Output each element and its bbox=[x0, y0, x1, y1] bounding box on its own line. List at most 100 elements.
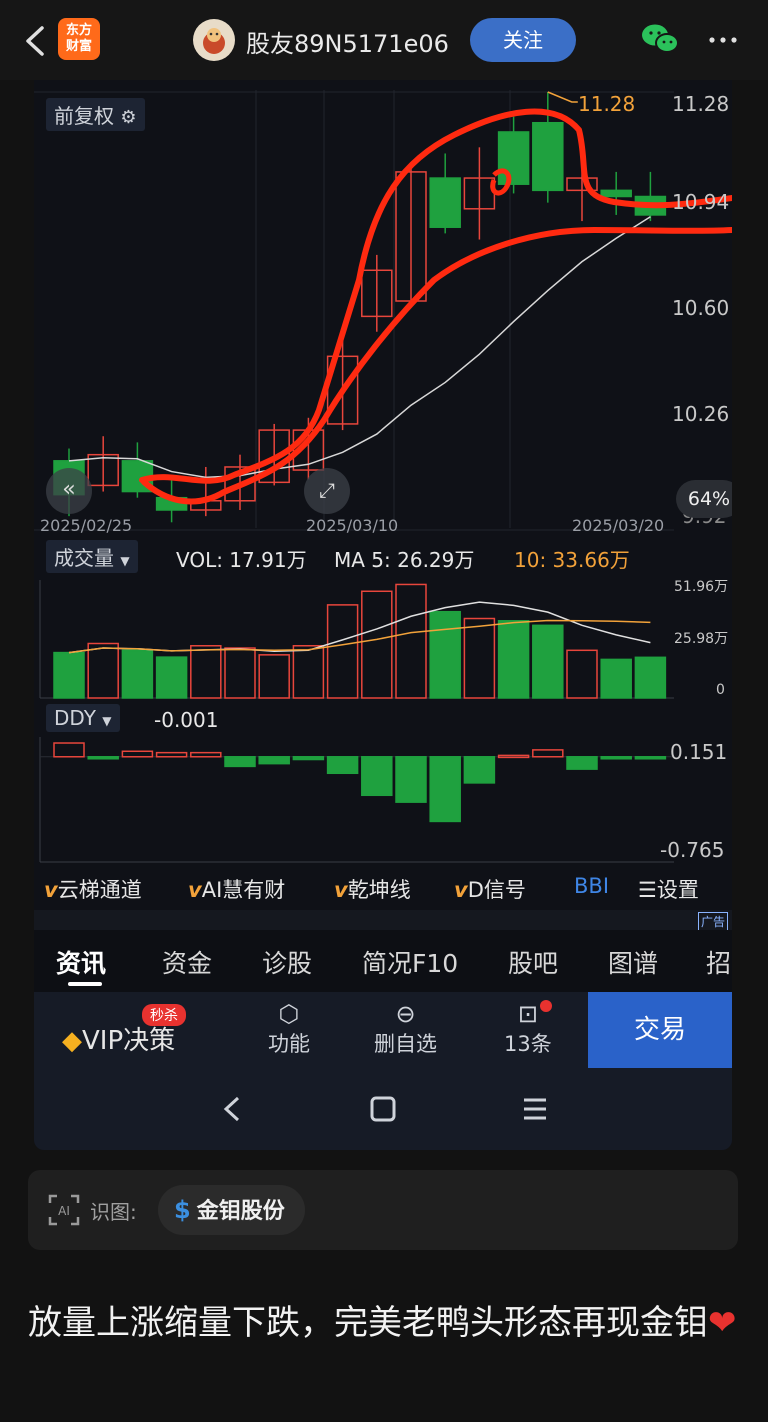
wechat-icon[interactable] bbox=[640, 22, 680, 56]
trade-button[interactable]: 交易 bbox=[588, 992, 732, 1068]
avatar[interactable] bbox=[193, 19, 235, 61]
nav-back-icon[interactable] bbox=[220, 1094, 244, 1124]
volume-bar bbox=[87, 642, 119, 699]
chevron-down-icon: ▼ bbox=[102, 714, 112, 728]
chevron-down-icon: ▼ bbox=[120, 554, 130, 568]
app-logo[interactable]: 东方 财富 bbox=[58, 18, 100, 60]
tool-settings[interactable]: ☰设置 bbox=[638, 874, 699, 904]
tool-ai[interactable]: vAI慧有财 bbox=[188, 874, 285, 904]
flash-sale-badge: 秒杀 bbox=[142, 1004, 186, 1026]
volume-bar bbox=[155, 656, 188, 699]
post-body: 放量上涨缩量下跌，完美老鸭头形态再现金钼❤ bbox=[28, 1295, 744, 1351]
tab-news[interactable]: 资讯 bbox=[56, 944, 106, 980]
zoom-percent-badge[interactable]: 64% bbox=[676, 480, 732, 518]
ddy-bar bbox=[326, 756, 359, 775]
follow-button[interactable]: 关注 bbox=[470, 18, 576, 62]
price-tick: 10.94 bbox=[672, 190, 730, 214]
volume-bar bbox=[600, 658, 632, 699]
volume-label: 成交量 bbox=[54, 546, 114, 570]
stock-name: 金钼股份 bbox=[196, 1199, 285, 1224]
tab-more[interactable]: 招 bbox=[706, 944, 731, 980]
active-tab-indicator bbox=[68, 982, 102, 986]
ddy-tick: 0.151 bbox=[670, 740, 728, 764]
adjust-mode-label: 前复权 bbox=[54, 104, 114, 128]
vip-label: VIP决策 bbox=[82, 1026, 176, 1056]
ddy-bar bbox=[121, 750, 154, 758]
scroll-left-icon[interactable]: « bbox=[46, 468, 92, 514]
tool-dsignal[interactable]: vD信号 bbox=[454, 874, 526, 904]
date-label: 2025/02/25 bbox=[40, 516, 133, 535]
heart-icon: ❤ bbox=[708, 1303, 737, 1343]
tab-forum[interactable]: 股吧 bbox=[508, 944, 558, 980]
function-label: 功能 bbox=[268, 1032, 310, 1056]
vol-ma5: MA 5: 26.29万 bbox=[334, 548, 475, 572]
image-recognition-bar: AI 识图: $ 金钼股份 bbox=[28, 1170, 738, 1250]
ddy-bar bbox=[429, 756, 461, 823]
ddy-bar bbox=[532, 749, 564, 758]
annotation-upper-line bbox=[139, 108, 732, 484]
ddy-bar bbox=[600, 756, 632, 760]
high-marker-line bbox=[547, 91, 578, 103]
volume-indicator-selector[interactable]: 成交量 ▼ bbox=[46, 540, 138, 573]
ddy-bar bbox=[224, 756, 256, 768]
volume-bar bbox=[634, 656, 667, 699]
settings-icon: ☰ bbox=[638, 878, 657, 902]
remove-label: 删自选 bbox=[374, 1032, 437, 1056]
tab-diagnosis[interactable]: 诊股 bbox=[262, 944, 312, 980]
remove-watchlist-button[interactable]: ⊖ 删自选 bbox=[374, 1000, 437, 1058]
ddy-bar bbox=[634, 756, 667, 760]
more-icon[interactable] bbox=[706, 26, 740, 54]
cube-icon: ⬡ bbox=[278, 1000, 300, 1028]
username[interactable]: 股友89N5171e06 bbox=[246, 24, 449, 59]
ai-scan-icon: AI bbox=[48, 1194, 80, 1226]
tool-qiankun[interactable]: v乾坤线 bbox=[334, 874, 411, 904]
back-icon[interactable] bbox=[20, 24, 50, 58]
date-label: 2025/03/10 bbox=[306, 516, 399, 535]
candle-body bbox=[532, 121, 564, 192]
ddy-bar bbox=[395, 756, 427, 803]
volume-bar bbox=[463, 617, 496, 699]
volume-bar bbox=[326, 604, 359, 699]
candle-body bbox=[600, 189, 632, 198]
volume-bar bbox=[121, 649, 154, 699]
candle-body bbox=[497, 131, 530, 185]
vol-value: VOL: 17.91万 bbox=[176, 548, 307, 572]
volume-bar bbox=[532, 624, 564, 699]
volume-tick: 25.98万 bbox=[674, 631, 729, 647]
volume-bar bbox=[566, 649, 598, 699]
adjust-mode-selector[interactable]: 前复权 ⚙ bbox=[46, 98, 145, 131]
system-nav-bar bbox=[34, 1070, 732, 1150]
high-price-marker: 11.28 bbox=[578, 92, 636, 116]
nav-recents-icon[interactable] bbox=[522, 1096, 548, 1122]
candle-body bbox=[429, 177, 461, 228]
diamond-icon: ◆ bbox=[62, 1026, 82, 1056]
tool-yunti[interactable]: v云梯通道 bbox=[44, 874, 142, 904]
app-logo-text: 东方 财富 bbox=[65, 23, 92, 54]
tab-funds[interactable]: 资金 bbox=[162, 944, 212, 980]
indicator-toolbar: v云梯通道 vAI慧有财 v乾坤线 vD信号 BBI ☰设置 bbox=[34, 870, 732, 906]
volume-tick: 51.96万 bbox=[674, 579, 729, 595]
minus-circle-icon: ⊖ bbox=[395, 1000, 416, 1028]
function-button[interactable]: ⬡ 功能 bbox=[268, 1000, 310, 1058]
ddy-value: -0.001 bbox=[154, 708, 219, 732]
stock-chart-screenshot: 前复权 ⚙ 11.28 10.94 10.60 10.26 9.92 11.28… bbox=[34, 80, 732, 1150]
tab-f10[interactable]: 简况F10 bbox=[362, 944, 458, 980]
svg-text:AI: AI bbox=[58, 1204, 70, 1218]
dollar-icon: $ bbox=[174, 1196, 191, 1224]
ddy-tick: -0.765 bbox=[660, 838, 725, 862]
volume-bar bbox=[53, 651, 85, 699]
volume-bar bbox=[224, 647, 256, 699]
nav-home-icon[interactable] bbox=[370, 1096, 396, 1122]
tab-graph[interactable]: 图谱 bbox=[608, 944, 658, 980]
info-tabs: 资讯 资金 诊股 简况F10 股吧 图谱 招 bbox=[34, 930, 732, 992]
ddy-bar bbox=[155, 751, 188, 758]
ddy-bar bbox=[258, 756, 290, 765]
top-header: 东方 财富 股友89N5171e06 关注 bbox=[0, 0, 768, 80]
ddy-bar bbox=[463, 756, 496, 784]
post-text: 放量上涨缩量下跌，完美老鸭头形态再现金钼 bbox=[28, 1303, 708, 1343]
tool-bbi[interactable]: BBI bbox=[574, 874, 609, 898]
ddy-indicator-selector[interactable]: DDY ▼ bbox=[46, 704, 120, 732]
fullscreen-icon[interactable]: ⤢ bbox=[304, 468, 350, 514]
ddy-bar bbox=[361, 756, 393, 797]
stock-chip[interactable]: $ 金钼股份 bbox=[158, 1185, 305, 1235]
